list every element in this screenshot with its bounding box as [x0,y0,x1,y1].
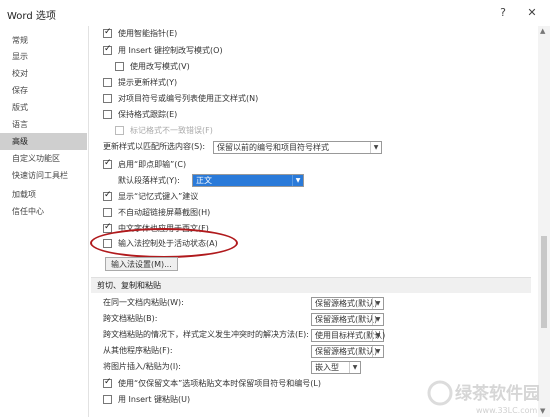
insert-key-checkbox[interactable] [103,44,112,55]
paste-row-select[interactable]: 使用目标样式(默认) ▼ [311,329,385,342]
update-style-label: 更新样式以匹配所选内容(S): [103,142,206,151]
sidebar-item-addins[interactable]: 加载项 [0,186,87,203]
options-panel: 使用智能指针(E) 用 Insert 键控制改写模式(O) 使用改写模式(V) … [89,26,535,417]
sidebar-item-quick-access[interactable]: 快速访问工具栏 [0,167,87,184]
default-para-select[interactable]: 正文 ▼ [192,174,304,187]
paste-row-label: 将图片插入/粘贴为(I): [103,362,181,371]
chevron-down-icon: ▼ [372,330,383,341]
paste-row-select[interactable]: 保留源格式(默认) ▼ [311,297,384,310]
sidebar-item-layout[interactable]: 版式 [0,99,87,116]
smart-pointer-label: 使用智能指针(E) [118,29,178,38]
sidebar-item-save[interactable]: 保存 [0,82,87,99]
sidebar-item-customize-ribbon[interactable]: 自定义功能区 [0,150,87,167]
chevron-down-icon: ▼ [292,175,303,186]
paste-row-label: 从其他程序粘贴(F): [103,346,173,355]
normal-style-checkbox[interactable] [103,94,112,103]
sidebar-item-trust-center[interactable]: 信任中心 [0,203,87,220]
close-button[interactable]: ✕ [523,4,541,22]
chevron-down-icon: ▼ [372,298,383,309]
click-and-type-checkbox[interactable] [103,158,112,169]
insert-key-label: 用 Insert 键控制改写模式(O) [118,46,223,55]
paste-row-value: 保留源格式(默认) [315,315,378,324]
window-title: Word 选项 [7,11,56,22]
chevron-down-icon: ▼ [372,346,383,357]
keep-format-checkbox[interactable] [103,110,112,119]
no-hyperlink-label: 不自动超链接屏幕截图(H) [118,208,211,217]
scroll-up-icon[interactable]: ▲ [540,27,545,35]
no-hyperlink-checkbox[interactable] [103,208,112,217]
smart-pointer-checkbox[interactable] [103,27,112,38]
paste-row-value: 保留源格式(默认) [315,299,378,308]
autocomplete-label: 显示“记忆式键入”建议 [118,192,199,201]
sidebar-item-advanced[interactable]: 高级 [0,133,87,150]
prompt-update-label: 提示更新样式(Y) [118,78,178,87]
click-and-type-label: 启用“即点即输”(C) [118,160,187,169]
paste-row-label: 在同一文档内粘贴(W): [103,298,184,307]
sidebar: 常规 显示 校对 保存 版式 语言 高级 自定义功能区 快速访问工具栏 加载项 … [0,26,89,417]
paste-row-value: 嵌入型 [315,363,339,372]
keep-bullets-checkbox[interactable] [103,377,112,388]
mark-inconsistency-label: 标记格式不一致错误(F) [130,126,213,135]
scrollbar-thumb[interactable] [541,236,547,328]
paste-row-select[interactable]: 保留源格式(默认) ▼ [311,345,384,358]
default-para-value: 正文 [196,176,212,185]
paste-row-value: 保留源格式(默认) [315,347,378,356]
paste-row-label: 跨文档粘贴(B): [103,314,158,323]
keep-bullets-label: 使用“仅保留文本”选项粘贴文本时保留项目符号和编号(L) [118,379,321,388]
sidebar-item-display[interactable]: 显示 [0,48,87,65]
sidebar-item-general[interactable]: 常规 [0,32,87,49]
default-para-label: 默认段落样式(Y): [118,176,180,185]
mark-inconsistency-checkbox [115,126,124,135]
svg-text:www.33LC.com: www.33LC.com [476,406,537,415]
svg-text:绿茶软件园: 绿茶软件园 [455,383,540,404]
title-bar: Word 选项 ? ✕ [0,0,550,26]
insert-paste-checkbox[interactable] [103,395,112,404]
paste-row-select[interactable]: 嵌入型 ▼ [311,361,361,374]
paste-row-select[interactable]: 保留源格式(默认) ▼ [311,313,384,326]
watermark-logo: 绿茶软件园 www.33LC.com [424,375,550,417]
scrollbar[interactable]: ▲ ▼ [538,26,550,417]
sidebar-item-proofing[interactable]: 校对 [0,65,87,82]
paste-row-label: 跨文档粘贴的情况下，样式定义发生冲突时的解决方法(E): [103,330,309,339]
normal-style-label: 对项目符号或编号列表使用正文样式(N) [118,94,259,103]
chevron-down-icon: ▼ [349,362,360,373]
overtype-label: 使用改写模式(V) [130,62,190,71]
section-cut-copy-paste: 剪切、复制和粘贴 [91,277,531,293]
highlight-ellipse [90,228,238,258]
help-button[interactable]: ? [494,4,512,22]
ime-settings-button[interactable]: 输入法设置(M)... [105,257,178,271]
insert-paste-label: 用 Insert 键粘贴(U) [118,395,191,404]
prompt-update-checkbox[interactable] [103,78,112,87]
autocomplete-checkbox[interactable] [103,190,112,201]
overtype-checkbox[interactable] [115,62,124,71]
update-style-select[interactable]: 保留以前的编号和项目符号样式 ▼ [213,141,382,154]
chevron-down-icon: ▼ [370,142,381,153]
sidebar-item-language[interactable]: 语言 [0,116,87,133]
keep-format-label: 保持格式跟踪(E) [118,110,178,119]
update-style-value: 保留以前的编号和项目符号样式 [217,143,329,152]
chevron-down-icon: ▼ [372,314,383,325]
